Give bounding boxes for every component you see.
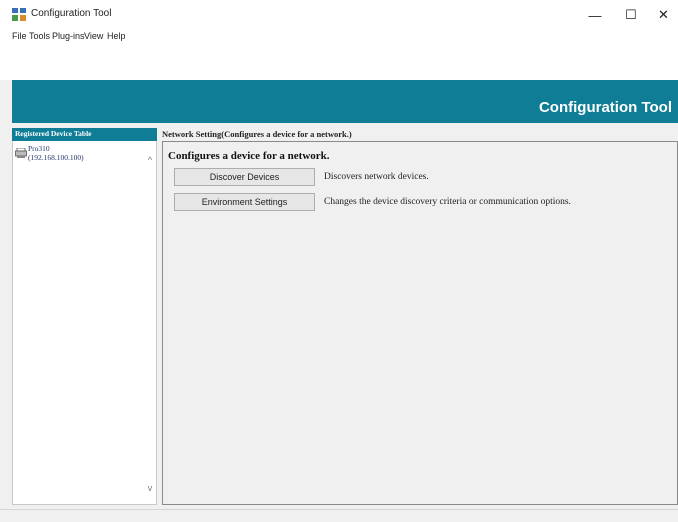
section-header: Network Setting(Configures a device for … (162, 129, 352, 139)
menu-plugins[interactable]: Plug-ins (52, 31, 85, 41)
device-name[interactable]: Pro310 (28, 144, 50, 153)
device-table-panel (12, 128, 157, 505)
close-button[interactable]: ✕ (649, 2, 678, 28)
menu-bar: File Tools Plug-ins View Help (0, 28, 678, 46)
menu-help[interactable]: Help (107, 31, 126, 41)
device-table-title: Registered Device Table (15, 129, 92, 138)
printer-icon (15, 148, 27, 158)
menu-tools[interactable]: Tools (29, 31, 50, 41)
environment-settings-button[interactable]: Environment Settings (174, 193, 315, 211)
menu-file[interactable]: File (12, 31, 27, 41)
scroll-up-icon[interactable]: ^ (145, 155, 155, 165)
device-ip[interactable]: (192.168.100.100) (28, 153, 84, 162)
discover-devices-button[interactable]: Discover Devices (174, 168, 315, 186)
window-title: Configuration Tool (31, 8, 112, 19)
toolbar-area (0, 46, 678, 80)
section-title: Configures a device for a network. (168, 150, 330, 162)
menu-view[interactable]: View (84, 31, 103, 41)
device-table-header: Registered Device Table (12, 128, 157, 141)
status-bar (0, 509, 678, 522)
maximize-button[interactable]: ☐ (613, 2, 649, 28)
banner-title: Configuration Tool (538, 99, 672, 116)
discover-devices-description: Discovers network devices. (324, 172, 429, 182)
scroll-down-icon[interactable]: v (145, 483, 155, 493)
header-banner: Configuration Tool (12, 80, 678, 123)
environment-settings-description: Changes the device discovery criteria or… (324, 197, 571, 207)
minimize-button[interactable]: — (577, 2, 613, 28)
app-icon (12, 8, 26, 21)
